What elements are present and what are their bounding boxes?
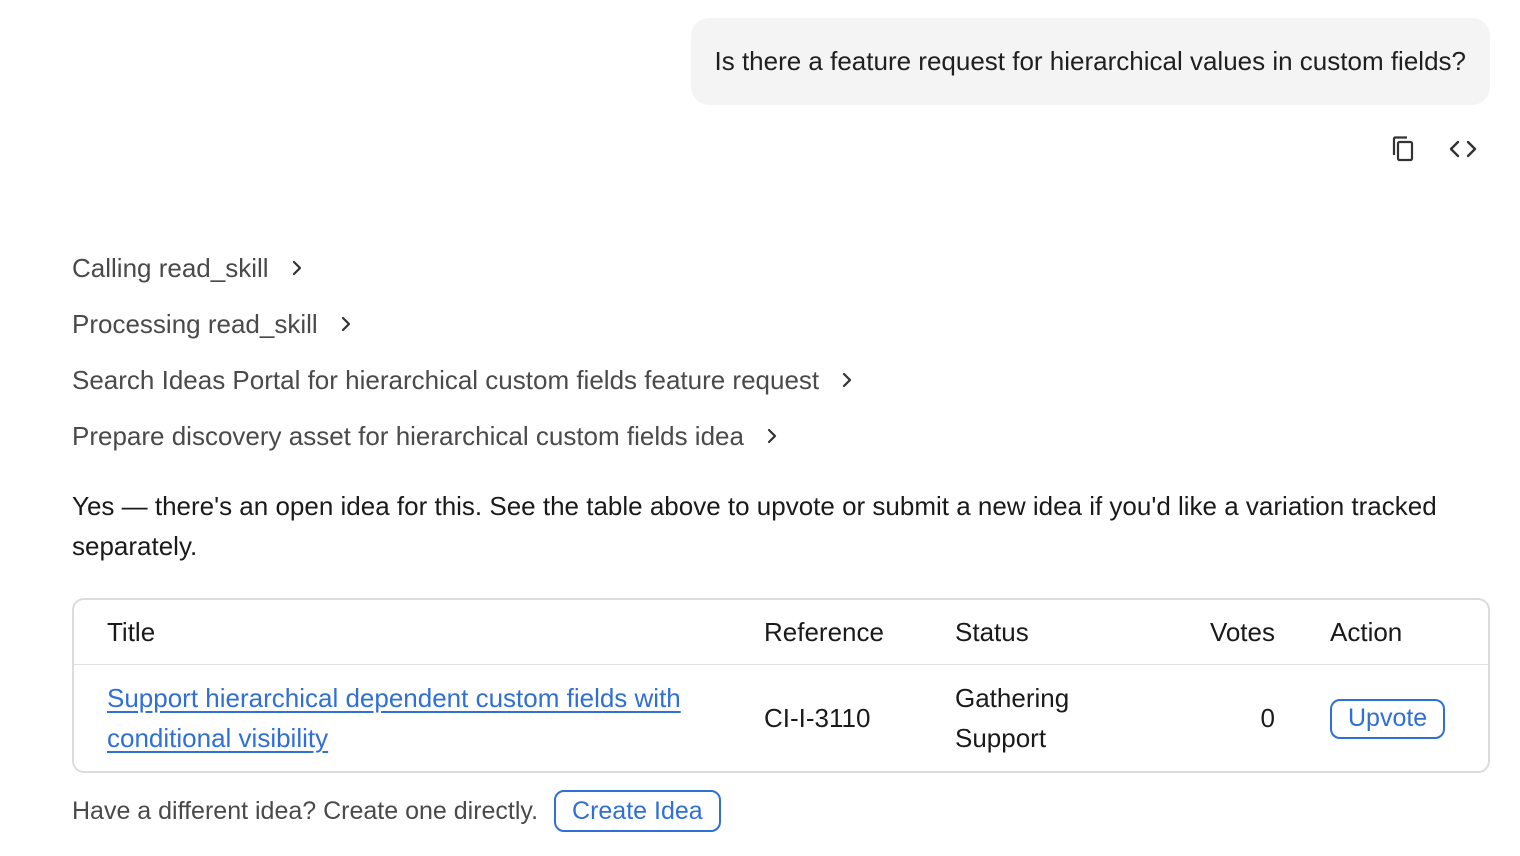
user-message-text: Is there a feature request for hierarchi… <box>714 46 1467 76</box>
step-search-ideas-portal[interactable]: Search Ideas Portal for hierarchical cus… <box>72 352 1492 408</box>
assistant-response: Calling read_skill Processing read_skill… <box>72 240 1492 832</box>
step-label: Calling read_skill <box>72 252 269 283</box>
create-idea-prompt: Have a different idea? Create one direct… <box>72 796 539 825</box>
idea-votes: 0 <box>1260 703 1275 733</box>
copy-button[interactable] <box>1386 132 1420 166</box>
idea-title-link[interactable]: Support hierarchical dependent custom fi… <box>107 683 681 753</box>
copy-icon <box>1392 136 1414 162</box>
code-icon <box>1449 140 1477 158</box>
column-header-status: Status <box>955 600 1145 665</box>
column-header-votes: Votes <box>1145 600 1275 665</box>
idea-action-cell: Upvote <box>1275 665 1488 772</box>
step-label: Search Ideas Portal for hierarchical cus… <box>72 364 820 395</box>
column-header-title: Title <box>74 600 764 665</box>
idea-status: Gathering Support <box>955 683 1070 753</box>
idea-title-cell: Support hierarchical dependent custom fi… <box>74 665 764 772</box>
answer-text: Yes — there's an open idea for this. See… <box>72 491 1437 561</box>
idea-reference: CI-I-3110 <box>764 703 871 733</box>
step-calling-read-skill[interactable]: Calling read_skill <box>72 240 1492 296</box>
chat-page: Is there a feature request for hierarchi… <box>0 0 1520 856</box>
chevron-right-icon <box>766 427 778 445</box>
chevron-right-icon <box>291 259 303 277</box>
ideas-table: Title Reference Status Votes Action Supp… <box>72 598 1490 773</box>
column-header-action: Action <box>1275 600 1488 665</box>
chevron-right-icon <box>841 371 853 389</box>
user-message-bubble: Is there a feature request for hierarchi… <box>690 18 1490 105</box>
view-source-button[interactable] <box>1446 132 1480 166</box>
upvote-button[interactable]: Upvote <box>1330 698 1446 739</box>
chevron-right-icon <box>340 315 352 333</box>
step-label: Processing read_skill <box>72 308 318 339</box>
create-idea-button[interactable]: Create Idea <box>554 790 721 832</box>
create-idea-row: Have a different idea? Create one direct… <box>72 790 1492 832</box>
message-actions <box>1386 132 1480 166</box>
step-prepare-discovery-asset[interactable]: Prepare discovery asset for hierarchical… <box>72 408 1492 464</box>
column-header-reference: Reference <box>764 600 955 665</box>
step-label: Prepare discovery asset for hierarchical… <box>72 420 744 451</box>
step-processing-read-skill[interactable]: Processing read_skill <box>72 296 1492 352</box>
table-header-row: Title Reference Status Votes Action <box>74 600 1488 665</box>
table-row: Support hierarchical dependent custom fi… <box>74 665 1488 772</box>
